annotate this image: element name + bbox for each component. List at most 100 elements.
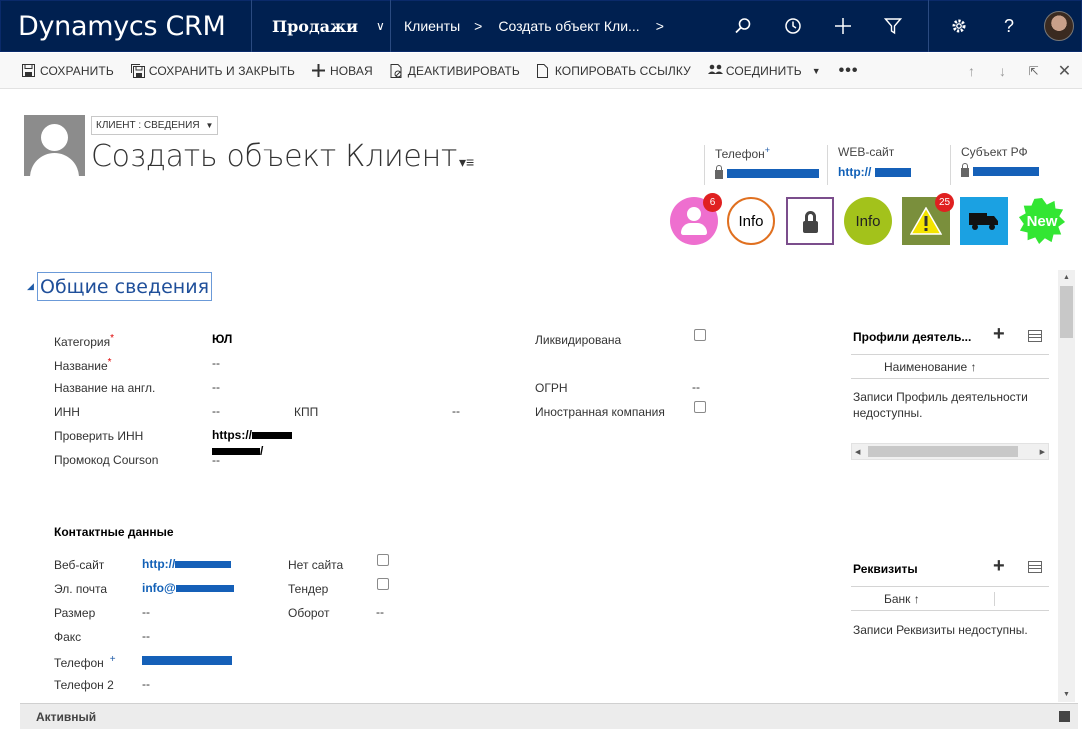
new-badge[interactable]: New <box>1018 197 1066 245</box>
breadcrumb-entity[interactable]: Клиенты <box>404 18 460 34</box>
field-value-inn[interactable]: -- <box>212 404 220 418</box>
field-label-phone: Телефон + <box>54 654 116 670</box>
connect-button[interactable]: СОЕДИНИТЬ <box>707 64 802 78</box>
tender-checkbox[interactable] <box>377 578 389 590</box>
arrow-down-icon[interactable]: ↓ <box>993 63 1012 79</box>
scroll-right-icon[interactable]: ▶ <box>1040 448 1045 456</box>
app-brand[interactable]: Dynamycs CRM <box>1 11 251 42</box>
header-field-label: Субъект РФ <box>961 145 1028 159</box>
deactivate-icon <box>390 63 404 78</box>
plus-icon[interactable] <box>818 0 868 52</box>
new-label: НОВАЯ <box>329 63 373 78</box>
form-vertical-scrollbar[interactable]: ▲ ▼ <box>1058 270 1075 702</box>
nav-separator <box>928 0 929 52</box>
connect-dropdown-icon[interactable]: ▼ <box>812 66 821 76</box>
help-icon[interactable]: ? <box>984 0 1034 52</box>
profiles-horizontal-scrollbar[interactable]: ◀ ▶ <box>851 443 1049 460</box>
info-outline-badge[interactable]: Info <box>727 197 775 245</box>
title-menu-icon[interactable]: ▾≡ <box>459 154 474 171</box>
field-value-ogrn[interactable]: -- <box>692 380 700 394</box>
field-value-kpp[interactable]: -- <box>452 404 460 418</box>
close-icon[interactable]: ✕ <box>1055 61 1074 81</box>
arrow-up-icon[interactable]: ↑ <box>962 63 981 79</box>
contact-person-badge[interactable]: 6 <box>670 193 722 245</box>
save-and-close-button[interactable]: СОХРАНИТЬ И ЗАКРЫТЬ <box>130 63 295 78</box>
field-value-website[interactable]: http:// <box>142 557 232 571</box>
field-label-foreign: Иностранная компания <box>535 405 665 419</box>
field-value-name[interactable]: -- <box>212 356 220 370</box>
copy-link-button[interactable]: КОПИРОВАТЬ ССЫЛКУ <box>536 63 691 78</box>
delivery-badge[interactable] <box>960 197 1008 245</box>
chevron-right-icon: > <box>474 18 483 34</box>
field-value-name-en[interactable]: -- <box>212 380 220 394</box>
scroll-thumb[interactable] <box>868 446 1018 457</box>
more-commands-icon[interactable]: ••• <box>839 62 859 80</box>
popout-icon[interactable]: ⇱ <box>1024 64 1043 78</box>
notification-counter: 25 <box>935 193 954 212</box>
lock-badge[interactable] <box>786 197 834 245</box>
field-label-size: Размер <box>54 606 96 620</box>
deactivate-button[interactable]: ДЕАКТИВИРОВАТЬ <box>390 63 520 78</box>
lock-icon <box>786 197 834 245</box>
contacts-subheading: Контактные данные <box>54 525 174 539</box>
floppy-disk-icon[interactable] <box>1059 711 1070 722</box>
form-selector-label: КЛИЕНТ : СВЕДЕНИЯ <box>96 120 200 131</box>
field-value-check-inn-link[interactable]: https:// <box>212 428 292 442</box>
new-button[interactable]: НОВАЯ <box>311 63 373 78</box>
scroll-left-icon[interactable]: ◀ <box>855 448 860 456</box>
top-navigation-bar: Dynamycs CRM Продажи ∨ Клиенты > Создать… <box>0 0 1082 52</box>
profiles-grid-view-icon[interactable] <box>1028 330 1042 342</box>
gear-icon[interactable] <box>934 0 984 52</box>
header-field-website: WEB-сайт http:// <box>827 145 912 185</box>
add-profile-plus-icon[interactable]: + <box>993 323 1005 346</box>
foreign-company-checkbox[interactable] <box>694 401 706 413</box>
add-requisite-plus-icon[interactable]: + <box>993 555 1005 578</box>
form-selector[interactable]: КЛИЕНТ : СВЕДЕНИЯ ▼ <box>91 116 219 135</box>
no-site-checkbox[interactable] <box>377 554 389 566</box>
field-value-category[interactable]: ЮЛ <box>212 332 232 346</box>
command-bar: СОХРАНИТЬ СОХРАНИТЬ И ЗАКРЫТЬ НОВАЯ ДЕАК… <box>0 53 1082 89</box>
section-title[interactable]: Общие сведения <box>37 272 213 301</box>
save-close-icon <box>130 63 145 78</box>
history-icon[interactable] <box>768 0 818 52</box>
redacted-value <box>175 561 232 569</box>
breadcrumb-record[interactable]: Создать объект Кли... <box>498 18 639 34</box>
field-value-phone[interactable] <box>142 654 232 668</box>
field-label-promo: Промокод Courson <box>54 453 159 467</box>
truck-icon <box>960 197 1008 245</box>
filter-icon[interactable] <box>868 0 918 52</box>
field-value-promo[interactable]: -- <box>212 453 220 467</box>
requisites-grid-view-icon[interactable] <box>1028 561 1042 573</box>
field-value-fax[interactable]: -- <box>142 629 150 643</box>
header-website-link[interactable]: http:// <box>838 165 871 179</box>
requisites-column-header[interactable]: Банк ↑ <box>851 586 1049 611</box>
redacted-value <box>142 656 232 665</box>
redacted-value <box>175 585 234 593</box>
record-avatar[interactable] <box>24 115 85 176</box>
chevron-right-icon[interactable]: > <box>656 18 664 34</box>
field-value-email[interactable]: info@ <box>142 581 234 595</box>
profiles-column-header[interactable]: Наименование ↑ <box>851 354 1049 379</box>
field-value-turnover[interactable]: -- <box>376 605 384 619</box>
warning-badge[interactable]: 25 <box>902 193 954 245</box>
info-filled-badge[interactable]: Info <box>844 197 892 245</box>
scroll-down-icon[interactable]: ▼ <box>1058 691 1075 698</box>
record-navigation: ↑ ↓ ⇱ ✕ <box>962 53 1074 89</box>
user-avatar[interactable] <box>1044 11 1074 41</box>
field-label-website: Веб-сайт <box>54 558 105 572</box>
scroll-up-icon[interactable]: ▲ <box>1058 274 1075 281</box>
redacted-value <box>252 432 292 440</box>
area-selector[interactable]: Продажи ∨ <box>252 17 390 36</box>
search-icon[interactable] <box>718 0 768 52</box>
field-value-phone2[interactable]: -- <box>142 677 150 691</box>
field-label-tender: Тендер <box>288 582 329 596</box>
collapse-triangle-icon[interactable]: ◢ <box>27 281 34 292</box>
scroll-thumb[interactable] <box>1060 286 1073 338</box>
liquidated-checkbox[interactable] <box>694 329 706 341</box>
requisites-empty-message: Записи Реквизиты недоступны. <box>853 623 1028 637</box>
dropdown-arrow-icon: ▼ <box>205 121 214 130</box>
copy-link-label: КОПИРОВАТЬ ССЫЛКУ <box>554 63 691 78</box>
field-label-no-site: Нет сайта <box>288 558 344 572</box>
save-button[interactable]: СОХРАНИТЬ <box>22 63 114 78</box>
field-value-size[interactable]: -- <box>142 605 150 619</box>
